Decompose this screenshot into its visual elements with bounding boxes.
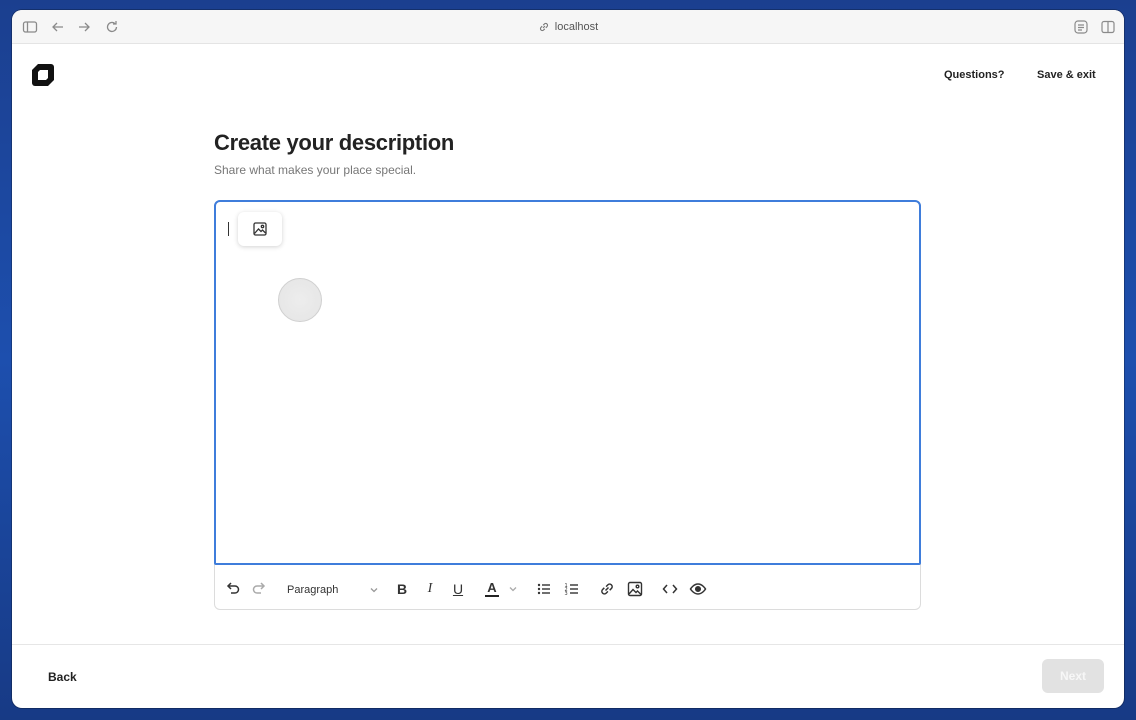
text-color-swatch: A (485, 580, 499, 597)
click-indicator (278, 278, 322, 322)
footer-bar: Back Next (12, 644, 1124, 708)
address-bar[interactable]: localhost (12, 19, 1124, 35)
redo-icon[interactable] (251, 580, 269, 598)
save-exit-button[interactable]: Save & exit (1037, 69, 1096, 81)
chevron-down-icon (369, 585, 379, 595)
block-format-value: Paragraph (287, 584, 339, 596)
back-button[interactable]: Back (48, 670, 77, 684)
next-button[interactable]: Next (1042, 659, 1104, 693)
link-icon[interactable] (598, 580, 616, 598)
browser-window: localhost Questions? Save & exit Create … (12, 10, 1124, 708)
split-view-icon[interactable] (1100, 19, 1116, 35)
bullet-list-icon[interactable] (535, 580, 553, 598)
block-format-select[interactable]: Paragraph (287, 581, 379, 599)
code-view-icon[interactable] (661, 580, 679, 598)
numbered-list-icon[interactable]: 123 (563, 580, 581, 598)
browser-toolbar: localhost (12, 10, 1124, 44)
bold-button[interactable]: B (393, 580, 411, 598)
rich-text-editor: Paragraph B I U A 123 (214, 200, 921, 610)
reader-icon[interactable] (1073, 19, 1089, 35)
undo-icon[interactable] (223, 580, 241, 598)
insert-image-floating-button[interactable] (238, 212, 282, 246)
page-subtitle: Share what makes your place special. (214, 163, 417, 177)
brand-logo-icon[interactable] (30, 62, 56, 88)
url-text: localhost (554, 21, 599, 33)
link-icon (538, 21, 550, 33)
text-color-chevron-icon[interactable] (508, 584, 518, 594)
text-color-button[interactable]: A (485, 580, 503, 598)
editor-toolbar: Paragraph B I U A 123 (215, 566, 920, 610)
italic-button[interactable]: I (421, 580, 439, 598)
page-title: Create your description (214, 130, 455, 155)
preview-eye-icon[interactable] (689, 580, 707, 598)
underline-button[interactable]: U (449, 580, 467, 598)
description-textarea[interactable] (214, 200, 921, 565)
svg-text:3: 3 (565, 591, 568, 597)
text-caret (228, 222, 229, 236)
app-header: Questions? Save & exit (12, 44, 1124, 104)
insert-image-icon[interactable] (626, 580, 644, 598)
questions-link[interactable]: Questions? (944, 69, 1005, 81)
image-icon (253, 222, 267, 236)
